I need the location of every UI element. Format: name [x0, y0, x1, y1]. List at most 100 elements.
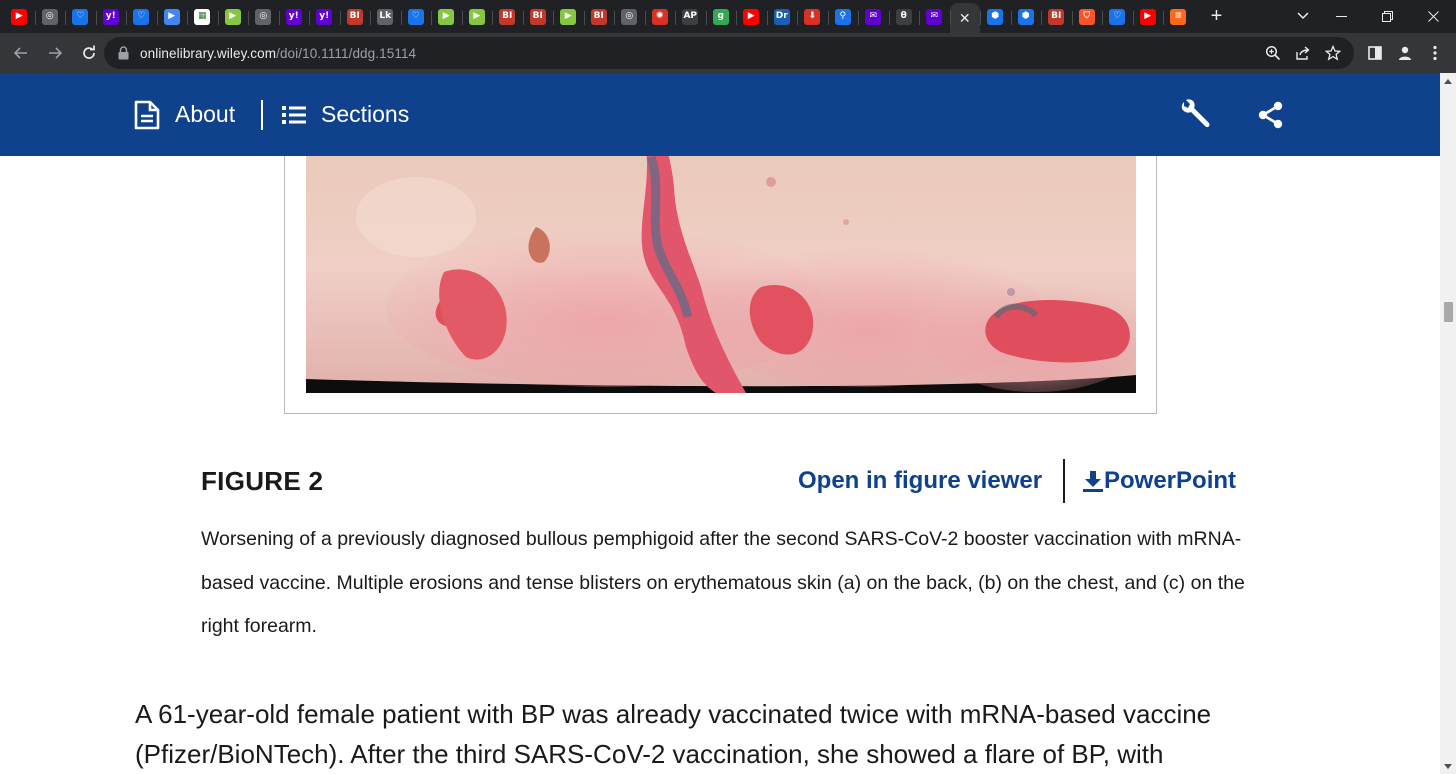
browser-tab[interactable]: AP: [675, 3, 706, 31]
mail-icon: ✉: [865, 8, 882, 25]
browser-tab[interactable]: BI: [492, 3, 523, 31]
search-icon: ⚲: [834, 8, 851, 25]
wrench-icon: [1181, 98, 1210, 127]
back-button[interactable]: [6, 38, 36, 68]
menu-button[interactable]: [1420, 33, 1450, 73]
yahoo-icon: y!: [102, 8, 119, 25]
rumble-icon: ▶: [438, 8, 455, 25]
browser-tab[interactable]: ♡: [126, 3, 157, 31]
browser-tab[interactable]: ⬢: [1010, 3, 1042, 31]
browser-tab[interactable]: ▶: [156, 3, 188, 31]
restore-icon: [1381, 11, 1393, 22]
arrow-right-icon: [49, 47, 63, 59]
news-icon: AP: [682, 8, 699, 25]
browser-tab[interactable]: BI: [339, 3, 371, 31]
browser-tab[interactable]: ▶: [553, 3, 584, 31]
forearm-photo: [306, 156, 1136, 393]
tab-active[interactable]: ✕: [949, 3, 980, 33]
theta-icon: θ: [895, 8, 912, 25]
reload-button[interactable]: [74, 38, 104, 68]
figure-caption: Worsening of a previously diagnosed bull…: [201, 528, 1245, 637]
browser-tab[interactable]: ◎: [614, 3, 645, 31]
browser-tab[interactable]: ⬇: [797, 3, 828, 31]
business-insider-icon: BI: [529, 8, 546, 25]
address-bar[interactable]: onlinelibrary.wiley.com/doi/10.1111/ddg.…: [104, 37, 1354, 69]
browser-tab[interactable]: ≡: [1163, 3, 1194, 31]
browser-tab[interactable]: ▶: [217, 3, 249, 31]
article-content: FIGURE 2 Open in figure viewer PowerPoin…: [0, 156, 1440, 774]
scroll-down-button[interactable]: [1440, 758, 1456, 774]
browser-tab[interactable]: y!: [309, 3, 340, 31]
browser-tab[interactable]: Dr: [766, 3, 798, 31]
shield-icon: ♡: [1109, 8, 1126, 25]
browser-tab[interactable]: BI: [1041, 3, 1072, 31]
browser-tab[interactable]: θ: [888, 3, 920, 31]
bookmark-star-button[interactable]: [1318, 37, 1348, 69]
restore-button[interactable]: [1364, 0, 1410, 33]
lock-icon[interactable]: [116, 46, 130, 60]
browser-tab[interactable]: y!: [278, 3, 310, 31]
browser-tab[interactable]: ♡: [1102, 3, 1133, 31]
business-insider-icon: BI: [590, 8, 607, 25]
youtube-icon: ▶: [1139, 8, 1156, 25]
browser-tab[interactable]: ⛉: [1071, 3, 1103, 31]
close-icon: ✕: [958, 9, 971, 26]
figure-frame: [284, 156, 1157, 414]
scrollbar-thumb[interactable]: [1444, 302, 1453, 322]
browser-tab[interactable]: ▶: [4, 3, 35, 31]
browser-tab[interactable]: ▶: [431, 3, 462, 31]
browser-tab[interactable]: ⚲: [827, 3, 859, 31]
article-paragraph: A 61-year-old female patient with BP was…: [135, 699, 1212, 769]
mail-icon: ✉: [926, 8, 943, 25]
tab-search-button[interactable]: [1290, 4, 1316, 28]
new-tab-button[interactable]: +: [1202, 3, 1232, 31]
browser-tab[interactable]: ✺: [644, 3, 676, 31]
browser-tab[interactable]: ◎: [248, 3, 279, 31]
browser-tab[interactable]: ✉: [919, 3, 950, 31]
share-button[interactable]: [1258, 73, 1284, 156]
browser-tab[interactable]: BI: [583, 3, 615, 31]
browser-tab[interactable]: ♡: [400, 3, 432, 31]
minimize-button[interactable]: [1318, 0, 1364, 33]
person-icon: [1399, 46, 1411, 60]
share-icon: [1296, 46, 1310, 60]
close-window-button[interactable]: [1410, 0, 1456, 33]
about-button[interactable]: About: [133, 73, 235, 156]
url-text[interactable]: onlinelibrary.wiley.com/doi/10.1111/ddg.…: [140, 46, 416, 61]
browser-tab[interactable]: ▦: [187, 3, 218, 31]
browser-tab[interactable]: Lk: [370, 3, 401, 31]
browser-tab[interactable]: ♡: [65, 3, 96, 31]
profile-button[interactable]: [1390, 33, 1420, 73]
pin-icon: ⬇: [804, 8, 821, 25]
rumble-icon: ▶: [468, 8, 485, 25]
url-path: /doi/10.1111/ddg.15114: [276, 45, 417, 61]
page-scrollbar[interactable]: [1440, 73, 1456, 774]
side-panel-button[interactable]: [1360, 33, 1390, 73]
browser-tab[interactable]: ▶: [461, 3, 493, 31]
browser-tab[interactable]: ✉: [858, 3, 889, 31]
zoom-button[interactable]: [1258, 37, 1288, 69]
triangle-down-icon: [1444, 763, 1452, 769]
rumble-icon: ▶: [560, 8, 577, 25]
browser-tab[interactable]: y!: [95, 3, 127, 31]
open-figure-viewer-link[interactable]: Open in figure viewer: [798, 467, 1042, 495]
substack-icon: ≡: [1170, 8, 1187, 25]
browser-tab[interactable]: ◎: [34, 3, 66, 31]
hexagon-icon: ⬢: [1017, 8, 1034, 25]
browser-tab[interactable]: ▶: [1132, 3, 1164, 31]
powerpoint-download-link[interactable]: PowerPoint: [1082, 467, 1236, 495]
share-page-button[interactable]: [1288, 37, 1318, 69]
tools-button[interactable]: [1178, 73, 1212, 156]
browser-tab[interactable]: g: [705, 3, 737, 31]
rumble-icon: ▶: [224, 8, 241, 25]
forward-button[interactable]: [40, 38, 70, 68]
kebab-menu-icon: [1433, 45, 1437, 61]
zoom-icon: [1265, 45, 1281, 61]
sections-button[interactable]: Sections: [282, 73, 409, 156]
browser-tab[interactable]: ▶: [736, 3, 767, 31]
browser-tab[interactable]: ⬢: [980, 3, 1011, 31]
browser-tab[interactable]: BI: [522, 3, 554, 31]
figure-image[interactable]: [306, 156, 1136, 393]
shield-icon: ♡: [72, 8, 89, 25]
scroll-up-button[interactable]: [1440, 73, 1456, 89]
